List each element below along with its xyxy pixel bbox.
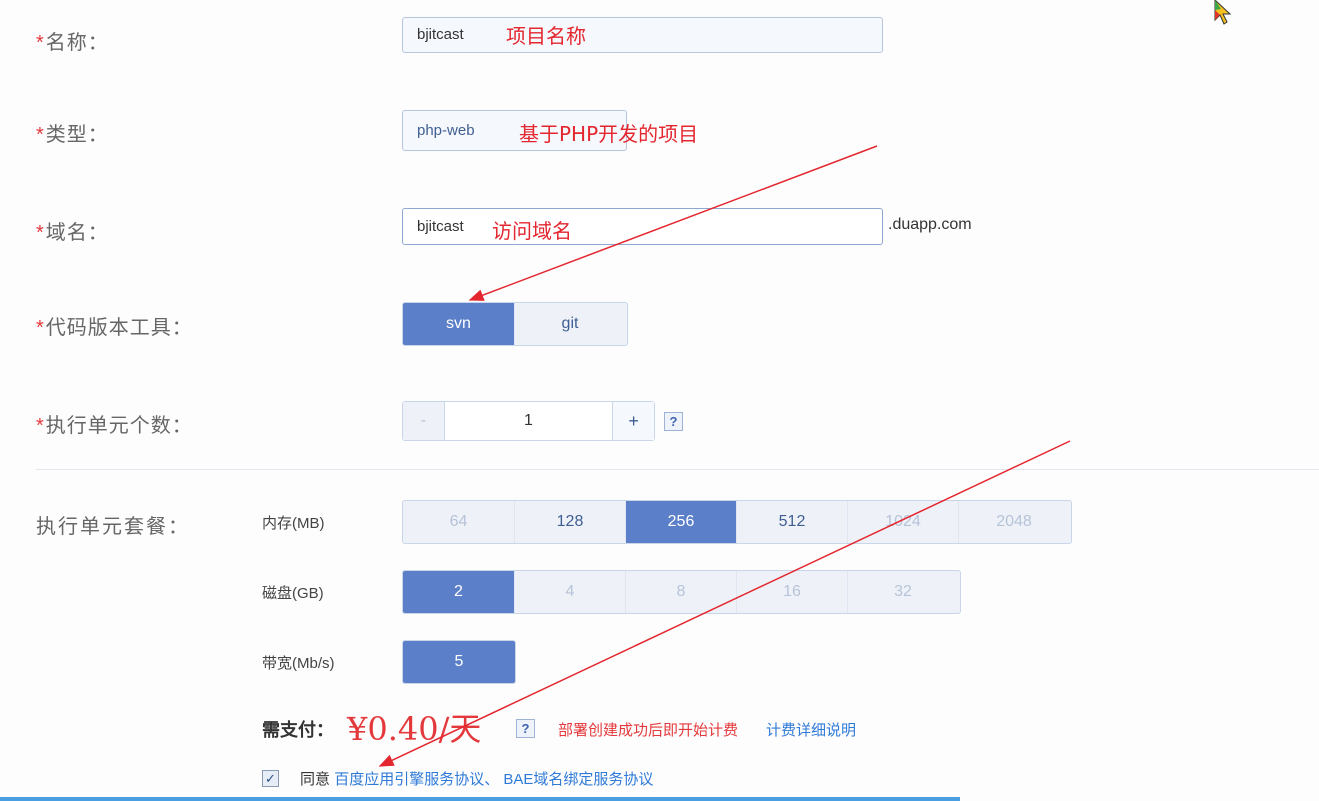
arrow-to-agreement [378, 440, 1071, 767]
annotation-arrows [378, 145, 1071, 767]
create-app-form: *名称： bjitcast 项目名称 *类型： php-web 基于PHP开发的… [0, 0, 1319, 801]
cursor-icon [1214, 0, 1232, 25]
arrow-to-svn [468, 145, 878, 301]
